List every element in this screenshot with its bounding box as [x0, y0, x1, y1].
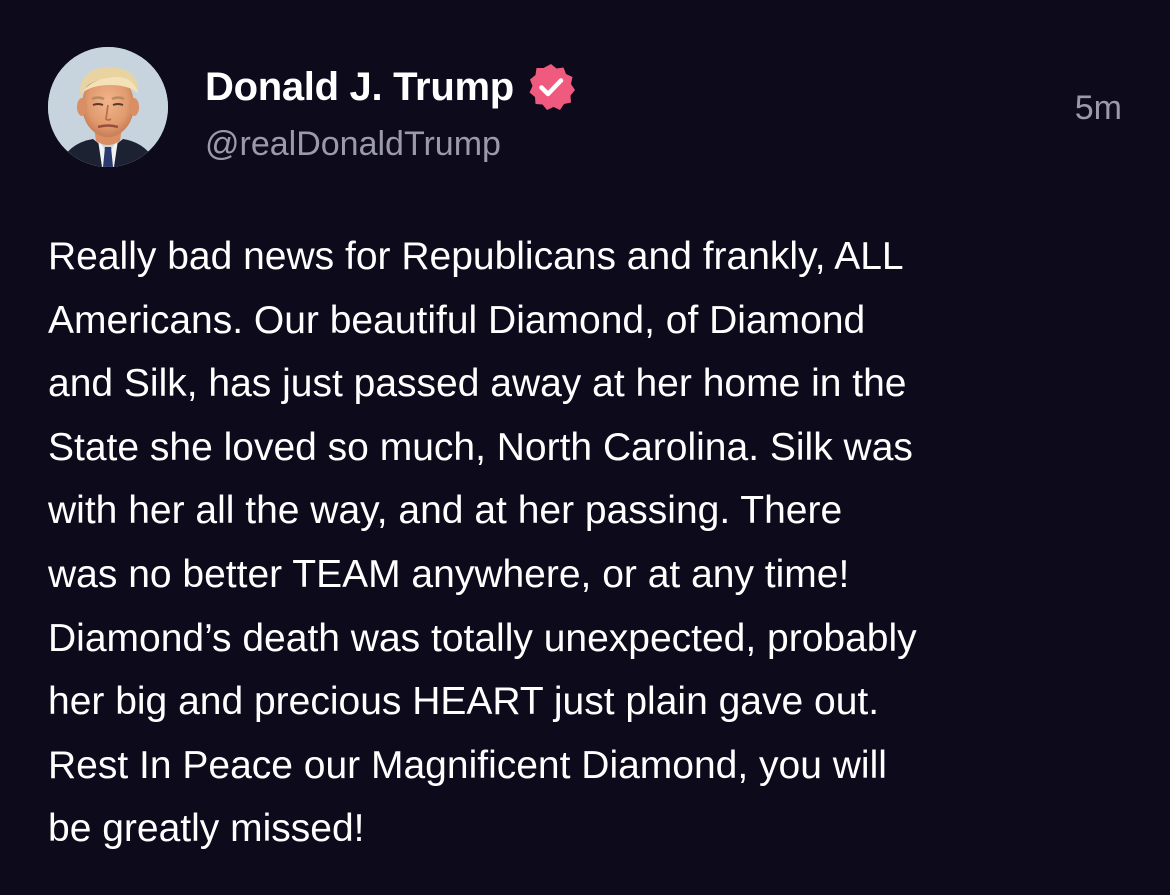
post-timestamp[interactable]: 5m [1075, 86, 1122, 130]
post-body-line: State she loved so much, North Carolina.… [48, 425, 913, 469]
verified-badge-icon [526, 62, 576, 112]
post-body-line: was no better TEAM anywhere, or at any t… [48, 552, 850, 596]
post-body-line: with her all the way, and at her passing… [48, 489, 843, 533]
post-body-line: Rest In Peace our Magnificent Diamond, y… [48, 743, 887, 787]
post-body-line: be greatly missed! [48, 807, 365, 851]
post-body: Really bad news for Republicans and fran… [48, 225, 1138, 861]
post-card: Donald J. Trump @realDonaldTrump 5m Real… [0, 0, 1170, 895]
post-body-line: Really bad news for Republicans and fran… [48, 235, 904, 278]
author-handle[interactable]: @realDonaldTrump [205, 122, 501, 166]
post-body-line: and Silk, has just passed away at her ho… [48, 362, 907, 406]
post-body-line: her big and precious HEART just plain ga… [48, 680, 880, 724]
author-avatar[interactable] [48, 47, 168, 167]
post-body-line: Americans. Our beautiful Diamond, of Dia… [48, 298, 866, 342]
author-display-name[interactable]: Donald J. Trump [205, 62, 514, 112]
post-body-line: Diamond’s death was totally unexpected, … [48, 616, 917, 660]
avatar-image [48, 47, 168, 167]
author-name-row: Donald J. Trump [205, 62, 576, 112]
